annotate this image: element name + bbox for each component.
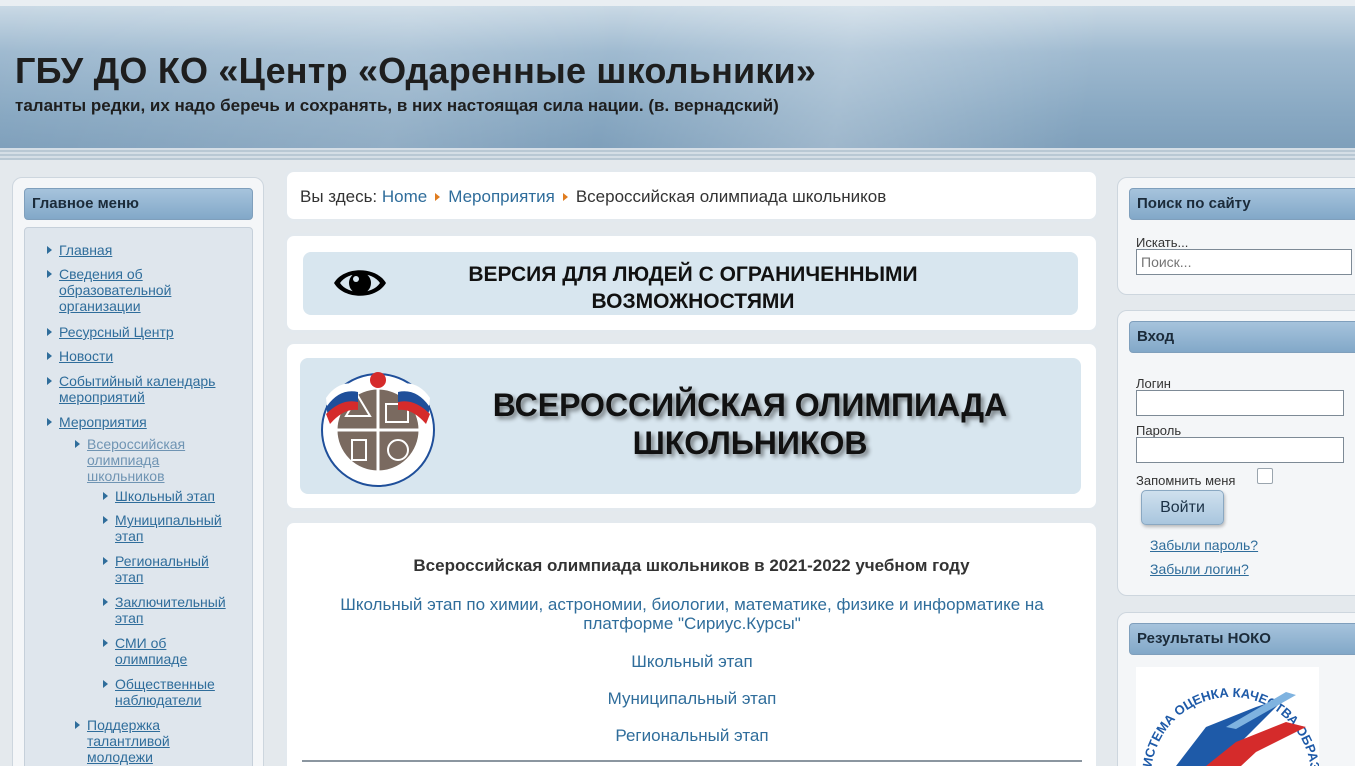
accessibility-text: ВЕРСИЯ ДЛЯ ЛЮДЕЙ С ОГРАНИЧЕННЫМИ ВОЗМОЖН… <box>468 263 918 313</box>
menu-item-media[interactable]: СМИ об олимпиаде <box>103 635 205 667</box>
forgot-login-link[interactable]: Забыли логин? <box>1150 561 1249 577</box>
olympiad-title: ВСЕРОССИЙСКАЯ ОЛИМПИАДА ШКОЛЬНИКОВ <box>492 387 1008 461</box>
eye-icon <box>334 270 386 296</box>
breadcrumb: Вы здесь: Home Мероприятия Всероссийская о… <box>300 187 886 207</box>
olympiad-banner[interactable]: ВСЕРОССИЙСКАЯ ОЛИМПИАДА ШКОЛЬНИКОВ <box>300 358 1081 494</box>
article-heading: Всероссийская олимпиада школьников в 202… <box>413 556 970 575</box>
noko-results-banner[interactable]: СИСТЕМА ОЦЕНКА КАЧЕСТВА ОБРАЗ <box>1136 667 1319 766</box>
noko-title: Результаты НОКО <box>1129 623 1355 655</box>
remember-label: Запомнить меня <box>1136 473 1236 488</box>
login-label: Логин <box>1136 376 1171 391</box>
search-label: Искать... <box>1136 235 1189 250</box>
menu-item-municipal-stage[interactable]: Муниципальный этап <box>103 512 240 544</box>
search-title: Поиск по сайту <box>1129 188 1355 220</box>
site-title[interactable]: ГБУ ДО КО «Центр «Одаренные школьники» <box>15 50 816 92</box>
site-header: ГБУ ДО КО «Центр «Одаренные школьники» т… <box>0 0 1355 160</box>
accessibility-container: ВЕРСИЯ ДЛЯ ЛЮДЕЙ С ОГРАНИЧЕННЫМИ ВОЗМОЖН… <box>284 233 1099 333</box>
noko-logo: СИСТЕМА ОЦЕНКА КАЧЕСТВА ОБРАЗ <box>1139 685 1319 766</box>
remember-checkbox[interactable] <box>1257 468 1273 484</box>
breadcrumb-arrow-icon <box>562 193 568 201</box>
link-sirius-courses[interactable]: Школьный этап по химии, астрономии, биол… <box>302 595 1082 633</box>
menu-item-resource-center[interactable]: Ресурсный Центр <box>47 324 239 340</box>
olympiad-logo <box>321 372 435 487</box>
breadcrumb-prefix: Вы здесь: <box>300 187 378 206</box>
breadcrumb-events[interactable]: Мероприятия <box>448 187 555 206</box>
breadcrumb-arrow-icon <box>435 193 441 201</box>
article-content: Всероссийская олимпиада школьников в 202… <box>284 520 1099 766</box>
menu-item-news[interactable]: Новости <box>47 348 239 364</box>
menu-item-events[interactable]: Мероприятия <box>47 414 239 430</box>
password-label: Пароль <box>1136 423 1182 438</box>
olympiad-banner-container: ВСЕРОССИЙСКАЯ ОЛИМПИАДА ШКОЛЬНИКОВ <box>284 341 1099 511</box>
main-menu-title: Главное меню <box>24 188 253 220</box>
search-input[interactable] <box>1136 249 1352 275</box>
site-slogan: таланты редки, их надо беречь и сохранят… <box>15 96 779 115</box>
forgot-password-link[interactable]: Забыли пароль? <box>1150 537 1258 553</box>
accessibility-version-button[interactable]: ВЕРСИЯ ДЛЯ ЛЮДЕЙ С ОГРАНИЧЕННЫМИ ВОЗМОЖН… <box>303 252 1078 315</box>
menu-item-talent-support[interactable]: Поддержка талантливой молодежи <box>75 717 197 765</box>
password-input[interactable] <box>1136 437 1344 463</box>
login-button[interactable]: Войти <box>1141 490 1224 525</box>
content-divider <box>302 760 1082 762</box>
login-title: Вход <box>1129 321 1355 353</box>
link-regional-stage[interactable]: Региональный этап <box>302 726 1082 745</box>
link-school-stage[interactable]: Школьный этап <box>302 652 1082 671</box>
breadcrumb-container: Вы здесь: Home Мероприятия Всероссийская о… <box>284 169 1099 222</box>
menu-item-home[interactable]: Главная <box>47 242 239 258</box>
menu-item-event-calendar[interactable]: Событийный календарь мероприятий <box>47 373 234 405</box>
breadcrumb-home[interactable]: Home <box>382 187 427 206</box>
menu-item-final-stage[interactable]: Заключительный этап <box>103 594 240 626</box>
menu-item-school-stage[interactable]: Школьный этап <box>103 488 245 504</box>
menu-item-olympiad[interactable]: Всероссийская олимпиада школьников <box>75 436 207 484</box>
menu-item-regional-stage[interactable]: Региональный этап <box>103 553 230 585</box>
menu-item-organization-info[interactable]: Сведения об образовательной организации <box>47 266 199 314</box>
link-municipal-stage[interactable]: Муниципальный этап <box>302 689 1082 708</box>
login-input[interactable] <box>1136 390 1344 416</box>
menu-item-observers[interactable]: Общественные наблюдатели <box>103 676 230 708</box>
breadcrumb-current: Всероссийская олимпиада школьников <box>575 187 887 206</box>
